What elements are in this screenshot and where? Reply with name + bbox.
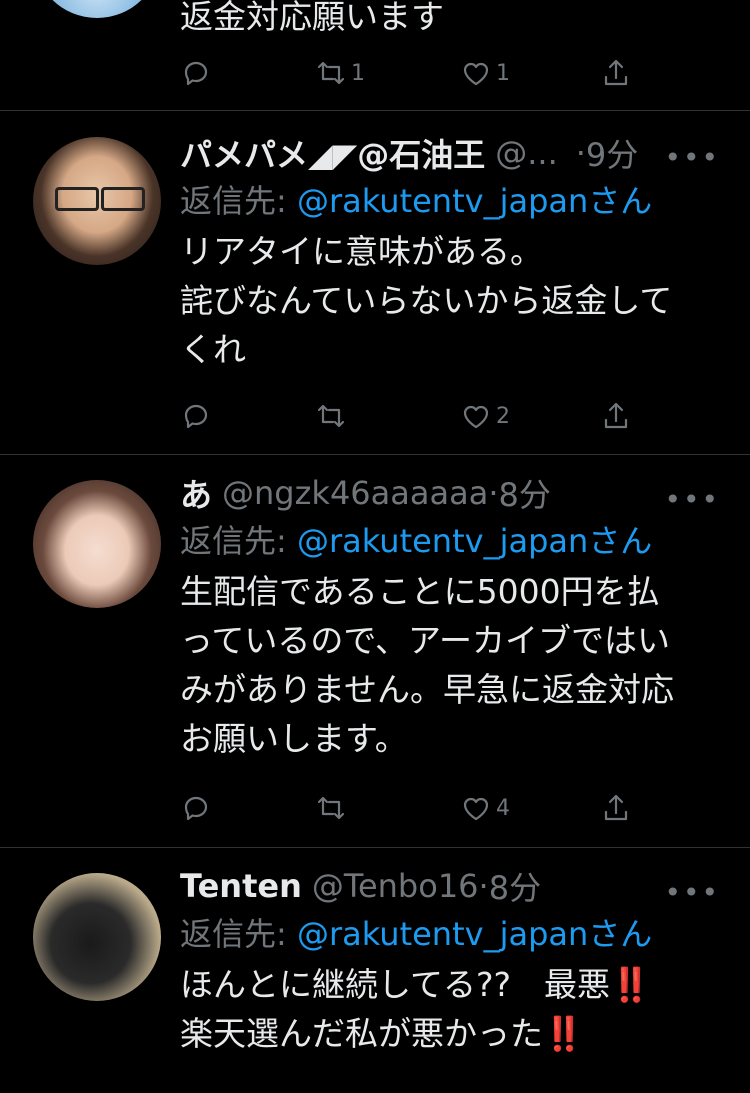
user-handle[interactable]: @Tenbo16	[312, 867, 479, 905]
tweet-item[interactable]: パメパメ◢◤@石油王 @... · 9分 返信先: @rakutentv_jap…	[0, 111, 750, 455]
share-icon	[604, 402, 628, 429]
like-icon	[463, 797, 489, 821]
tweet-item[interactable]: 返金対応願います 1 1	[0, 0, 750, 111]
tweet-text: 生配信であることに5000円を払 っているので、アーカイブではい みがありません…	[180, 572, 675, 758]
reply-label: 返信先:	[180, 915, 297, 953]
retweet-button[interactable]: 1	[315, 57, 365, 89]
like-button[interactable]: 1	[460, 57, 510, 89]
share-button[interactable]	[600, 792, 632, 824]
timestamp[interactable]: 9分	[586, 130, 638, 176]
more-icon[interactable]: •••	[664, 141, 720, 174]
avatar[interactable]	[33, 137, 161, 265]
reply-icon	[184, 61, 208, 86]
avatar[interactable]	[33, 873, 161, 1001]
timestamp[interactable]: 8分	[489, 863, 541, 909]
tweet-text: リアタイに意味がある。 詫びなんていらないから返金して くれ	[180, 232, 673, 369]
tweet-text: ほんとに継続してる?? 最悪‼️ 楽天選んだ私が悪かった‼️	[180, 965, 652, 1053]
like-button[interactable]: 4	[460, 792, 510, 824]
tweet-header: あ @ngzk46aaaaaa · 8分	[180, 470, 720, 516]
retweet-button[interactable]	[315, 792, 347, 824]
separator-dot: ·	[488, 474, 499, 512]
user-name[interactable]: あ	[180, 470, 212, 516]
reply-mention[interactable]: @rakutentv_japanさん	[297, 182, 652, 220]
like-icon	[463, 405, 489, 429]
reply-icon	[184, 404, 208, 429]
user-handle[interactable]: @...	[495, 134, 558, 172]
like-button[interactable]: 2	[460, 400, 510, 432]
reply-label: 返信先:	[180, 522, 297, 560]
reply-mention[interactable]: @rakutentv_japanさん	[297, 915, 652, 953]
retweet-button[interactable]	[315, 400, 347, 432]
user-name[interactable]: パメパメ◢◤@石油王	[180, 130, 485, 176]
reply-context: 返信先: @rakutentv_japanさん	[180, 179, 720, 223]
double-exclamation-icon: ‼️	[543, 1014, 585, 1053]
reply-button[interactable]	[180, 400, 212, 432]
avatar[interactable]	[33, 480, 161, 608]
retweet-icon	[317, 796, 345, 820]
user-name[interactable]: Tenten	[180, 867, 302, 905]
retweet-icon	[317, 61, 345, 85]
reply-context: 返信先: @rakutentv_japanさん	[180, 519, 720, 563]
timestamp[interactable]: 8分	[498, 470, 550, 516]
share-button[interactable]	[600, 400, 632, 432]
reply-button[interactable]	[180, 57, 212, 89]
avatar[interactable]	[33, 0, 161, 18]
tweet-header: パメパメ◢◤@石油王 @... · 9分	[180, 130, 720, 176]
reply-button[interactable]	[180, 792, 212, 824]
tweet-actions: 2	[180, 400, 640, 440]
tweet-actions: 1 1	[180, 57, 640, 97]
tweet-item[interactable]: あ @ngzk46aaaaaa · 8分 返信先: @rakutentv_jap…	[0, 455, 750, 848]
reply-icon	[184, 796, 208, 821]
share-button[interactable]	[600, 57, 632, 89]
double-exclamation-icon: ‼️	[610, 965, 652, 1004]
reply-context: 返信先: @rakutentv_japanさん	[180, 912, 720, 956]
separator-dot: ·	[478, 867, 489, 905]
more-icon[interactable]: •••	[664, 876, 720, 909]
more-icon[interactable]: •••	[664, 483, 720, 516]
tweet-header: Tenten @Tenbo16 · 8分	[180, 863, 720, 909]
tweet-actions: 4	[180, 792, 640, 832]
retweet-icon	[317, 404, 345, 428]
tweet-item[interactable]: Tenten @Tenbo16 · 8分 返信先: @rakutentv_jap…	[0, 848, 750, 1093]
share-icon	[604, 59, 628, 86]
like-icon	[463, 62, 489, 86]
user-handle[interactable]: @ngzk46aaaaaa	[222, 474, 488, 512]
share-icon	[604, 794, 628, 821]
tweet-text: 返金対応願います	[180, 0, 444, 36]
separator-dot: ·	[575, 134, 586, 172]
reply-label: 返信先:	[180, 182, 297, 220]
reply-mention[interactable]: @rakutentv_japanさん	[297, 522, 652, 560]
